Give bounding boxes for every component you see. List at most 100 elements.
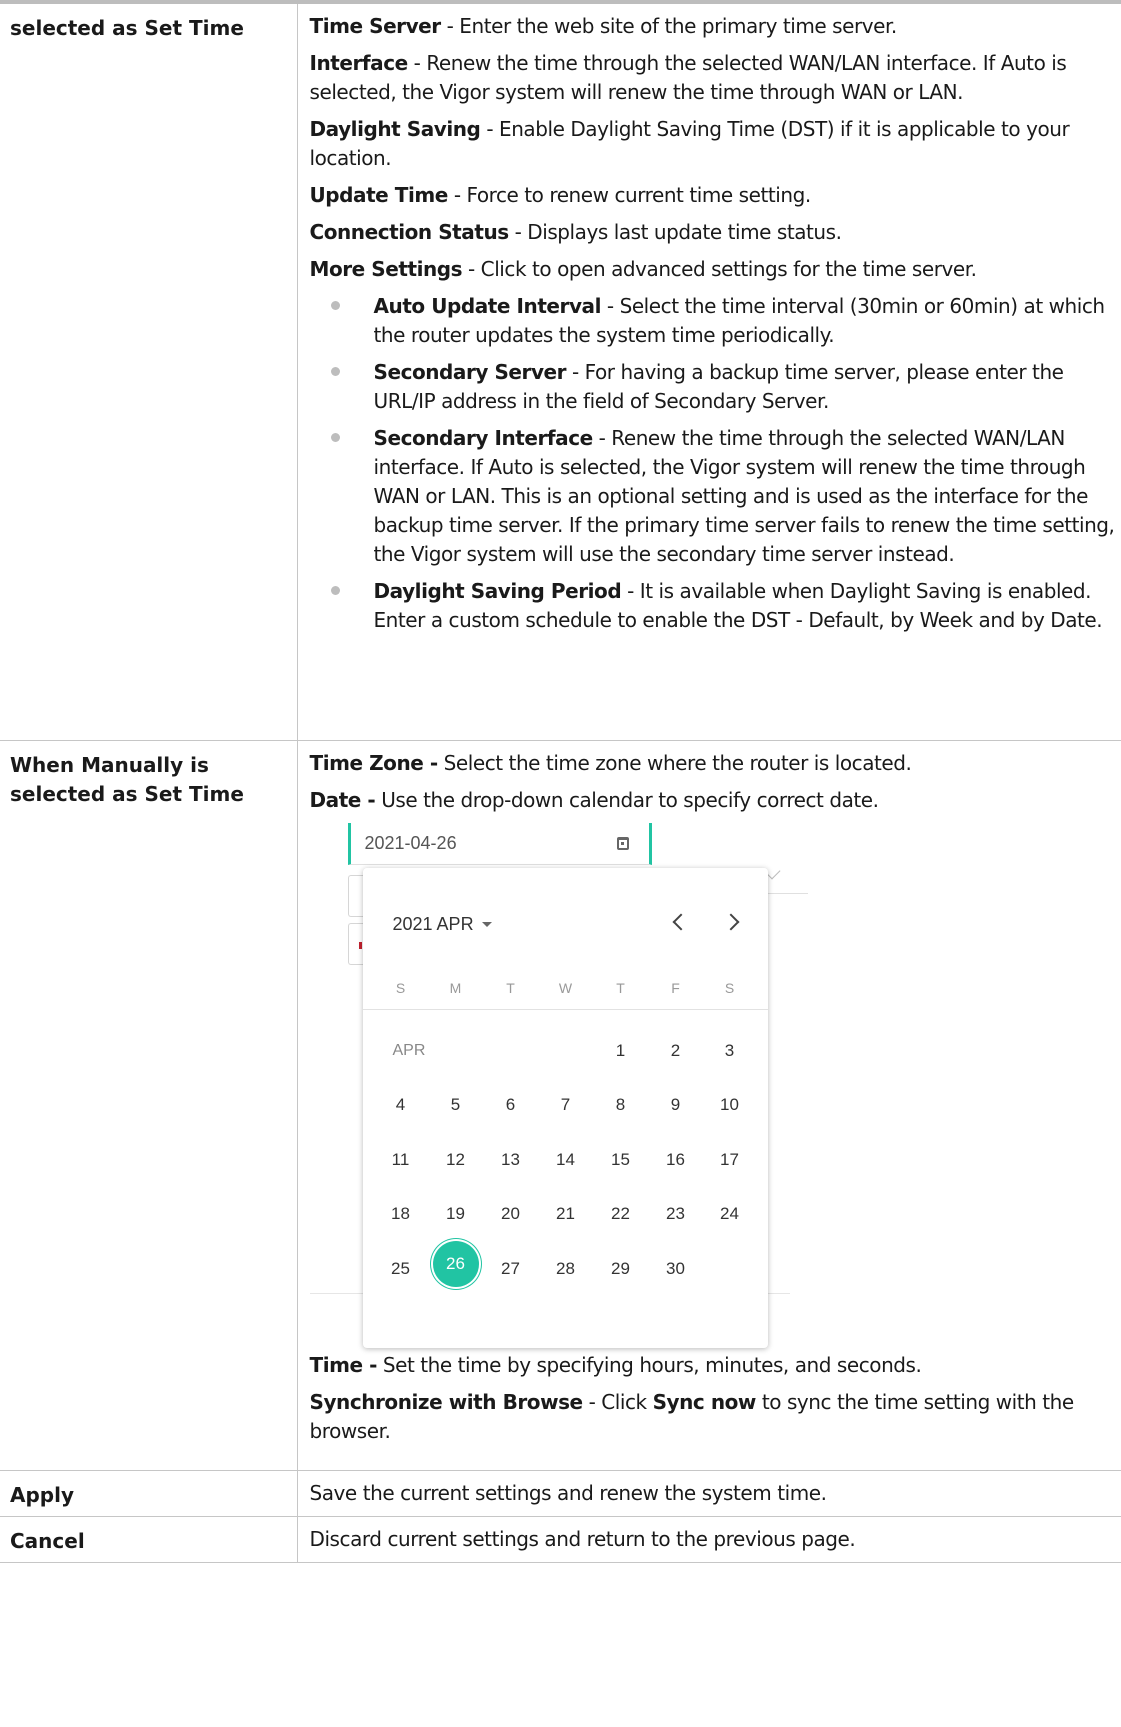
- calendar-day[interactable]: 12: [436, 1145, 476, 1174]
- calendar-day[interactable]: 1: [601, 1036, 641, 1065]
- calendar-day[interactable]: 6: [491, 1090, 531, 1119]
- calendar-day[interactable]: 9: [656, 1090, 696, 1119]
- term: Synchronize with Browse: [309, 1389, 584, 1414]
- sync-description: Synchronize with Browse - Click Sync now…: [310, 1388, 1116, 1446]
- row-label: Cancel: [0, 1516, 298, 1563]
- calendar-day[interactable]: 4: [381, 1090, 421, 1119]
- description-items: Time Zone - Select the time zone where t…: [310, 749, 1116, 815]
- description-items: Time Server - Enter the web site of the …: [310, 12, 1116, 635]
- month-year-label: 2021 APR: [392, 913, 474, 934]
- table-row: When Manually is selected as Set Time Ti…: [0, 740, 1121, 1471]
- calendar-day[interactable]: 18: [381, 1199, 421, 1228]
- weekday-header: M: [449, 979, 462, 996]
- calendar-day[interactable]: 8: [601, 1090, 641, 1119]
- description-paragraph: More Settings - Click to open advanced s…: [310, 255, 1116, 284]
- text: - Renew the time through the selected WA…: [309, 51, 1067, 104]
- term: More Settings: [309, 257, 463, 281]
- text: - Click to open advanced settings for th…: [462, 257, 977, 281]
- background-field: [347, 922, 365, 965]
- calendar-day[interactable]: 29: [601, 1254, 641, 1283]
- row-label: When Manually is selected as Set Time: [0, 740, 298, 1471]
- caret-down-icon: [481, 922, 492, 928]
- term: Interface: [309, 51, 409, 75]
- row-description: Save the current settings and renew the …: [297, 1470, 1121, 1517]
- date-input-value: 2021-04-26: [364, 832, 457, 853]
- settings-table: selected as Set Time Time Server - Enter…: [0, 4, 1121, 1563]
- month-year-selector[interactable]: 2021 APR: [393, 910, 492, 939]
- date-input[interactable]: 2021-04-26: [347, 822, 652, 865]
- table-row: selected as Set Time Time Server - Enter…: [0, 4, 1121, 741]
- description-paragraph: Update Time - Force to renew current tim…: [310, 181, 1116, 210]
- sync-now-term: Sync now: [652, 1389, 757, 1414]
- text: Set the time by specifying hours, minute…: [376, 1352, 922, 1377]
- term: Auto Update Interval: [373, 294, 602, 318]
- term: Update Time: [309, 183, 449, 207]
- text: Use the drop-down calendar to specify co…: [375, 787, 879, 812]
- calendar-day[interactable]: 30: [656, 1254, 696, 1283]
- description-items: Time - Set the time by specifying hours,…: [310, 1351, 1116, 1380]
- bullet-item: Daylight Saving Period - It is available…: [310, 577, 1116, 635]
- calendar-day[interactable]: 14: [546, 1145, 586, 1174]
- calendar-day[interactable]: 11: [381, 1145, 421, 1174]
- weekday-header: S: [724, 979, 735, 996]
- term: Daylight Saving: [309, 117, 481, 141]
- calendar-day[interactable]: 16: [656, 1145, 696, 1174]
- term: Time Server: [309, 14, 442, 38]
- chevron-right-icon[interactable]: [722, 913, 739, 930]
- description-paragraph: Connection Status - Displays last update…: [310, 218, 1116, 247]
- text: - Click: [582, 1389, 653, 1414]
- term: Daylight Saving Period: [373, 579, 622, 603]
- description-paragraph: Interface - Renew the time through the s…: [310, 49, 1116, 107]
- month-label: APR: [392, 1041, 426, 1059]
- calendar-day[interactable]: 21: [546, 1199, 586, 1228]
- description-paragraph: Time Zone - Select the time zone where t…: [310, 749, 1116, 778]
- bullet-icon: [330, 433, 340, 442]
- calendar-day[interactable]: 27: [491, 1254, 531, 1283]
- calendar-day[interactable]: 19: [436, 1199, 476, 1228]
- table-row: Cancel Discard current settings and retu…: [0, 1516, 1121, 1563]
- weekday-header: T: [616, 979, 625, 996]
- weekday-header: T: [506, 979, 515, 996]
- divider: [362, 1008, 768, 1010]
- row-label: Apply: [0, 1470, 298, 1517]
- row-label: selected as Set Time: [0, 4, 298, 741]
- calendar-day[interactable]: 17: [710, 1145, 750, 1174]
- text: Select the time zone where the router is…: [437, 750, 912, 775]
- calendar-day[interactable]: 7: [546, 1090, 586, 1119]
- row-description: Time Server - Enter the web site of the …: [297, 4, 1121, 741]
- text: - Force to renew current time setting.: [447, 183, 811, 207]
- description-paragraph: Date - Use the drop-down calendar to spe…: [310, 786, 1116, 815]
- calendar-day[interactable]: 2: [656, 1036, 696, 1065]
- calendar-day[interactable]: 24: [710, 1199, 750, 1228]
- chevron-left-icon[interactable]: [672, 913, 689, 930]
- calendar-day[interactable]: 25: [381, 1254, 421, 1283]
- table-row: Apply Save the current settings and rene…: [0, 1470, 1121, 1517]
- calendar-day[interactable]: 15: [601, 1145, 641, 1174]
- bullet-icon: [330, 301, 340, 310]
- row-description: Discard current settings and return to t…: [297, 1516, 1121, 1563]
- bullet-item: Secondary Server - For having a backup t…: [310, 358, 1116, 416]
- text: - Displays last update time status.: [508, 220, 842, 244]
- calendar-day[interactable]: 23: [656, 1199, 696, 1228]
- calendar-day[interactable]: 20: [491, 1199, 531, 1228]
- calendar-day[interactable]: 28: [546, 1254, 586, 1283]
- bullet-item: Secondary Interface - Renew the time thr…: [310, 424, 1116, 569]
- weekday-header: F: [671, 979, 680, 996]
- weekday-header: W: [558, 979, 573, 996]
- description-paragraph: Daylight Saving - Enable Daylight Saving…: [310, 115, 1116, 173]
- background-field: [347, 874, 365, 917]
- calendar-popup: 2021 APR APR S M T W T F S 1 2 3 4 5 6 7 8 9 10 11 12 13 14 1…: [362, 867, 768, 1348]
- calendar-day[interactable]: 10: [710, 1090, 750, 1119]
- calendar-day-selected[interactable]: 26: [432, 1240, 479, 1287]
- calendar-day[interactable]: 22: [601, 1199, 641, 1228]
- calendar-day[interactable]: 5: [436, 1090, 476, 1119]
- calendar-day[interactable]: 13: [491, 1145, 531, 1174]
- term: Secondary Interface: [373, 426, 594, 450]
- calendar-icon[interactable]: [616, 836, 629, 850]
- row-description: Time Zone - Select the time zone where t…: [297, 740, 1121, 1471]
- calendar-day[interactable]: 3: [710, 1036, 750, 1065]
- weekday-header: S: [395, 979, 406, 996]
- term: Secondary Server: [373, 360, 567, 384]
- bullet-item: Auto Update Interval - Select the time i…: [310, 292, 1116, 350]
- term: Connection Status: [309, 220, 510, 244]
